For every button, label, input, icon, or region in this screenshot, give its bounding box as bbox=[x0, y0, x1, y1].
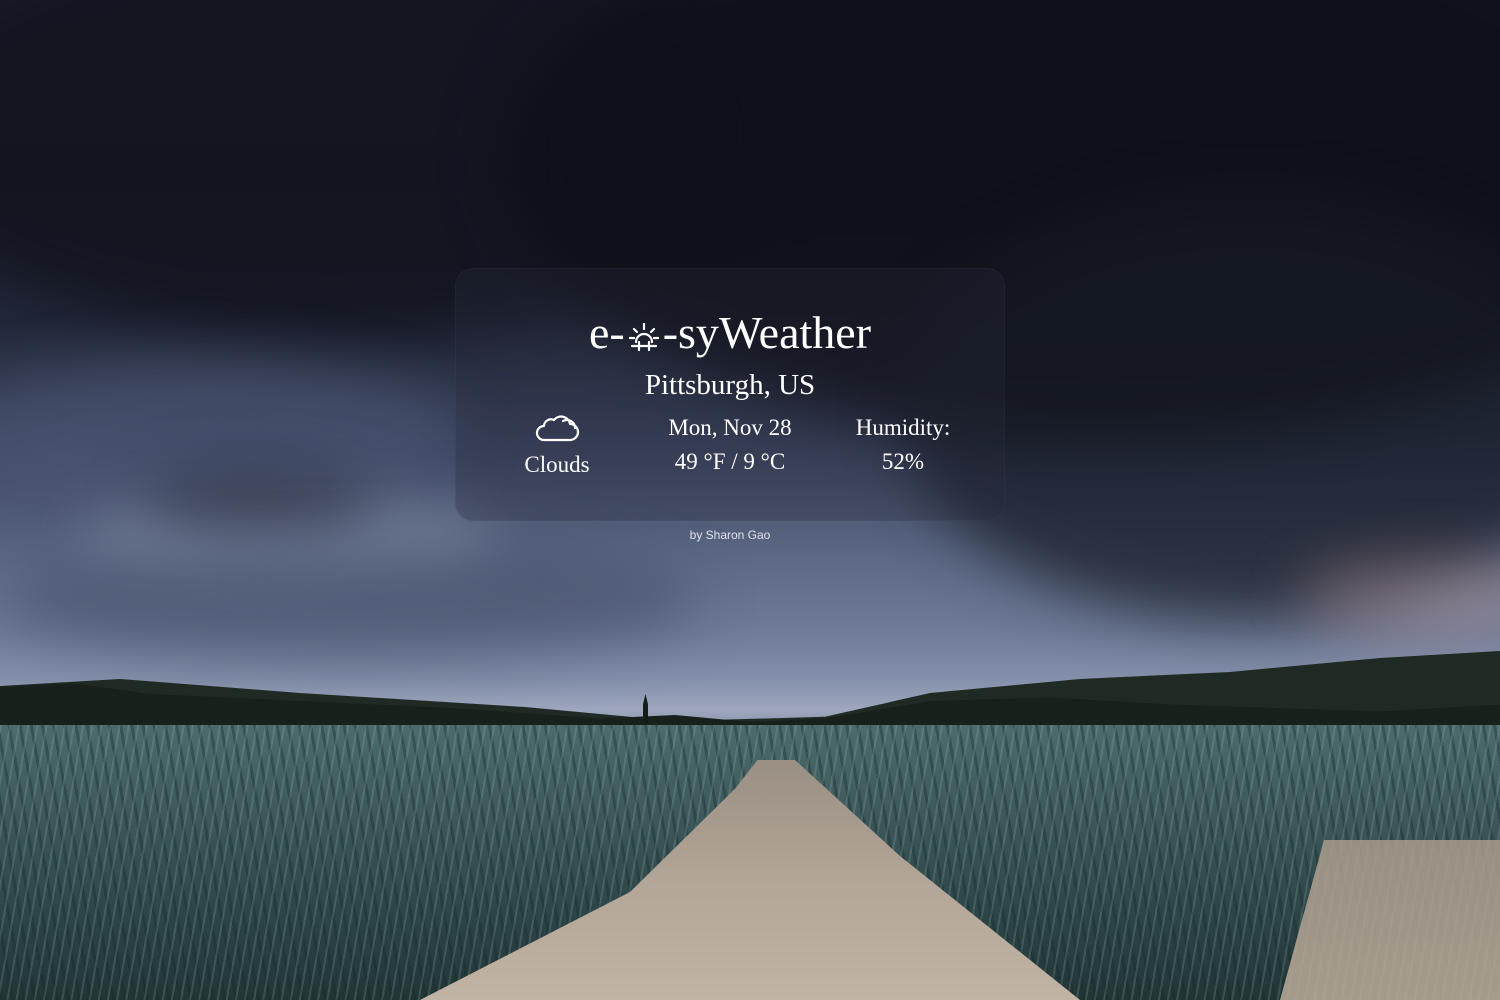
cloud-icon bbox=[535, 415, 580, 442]
humidity-value: 52% bbox=[881, 449, 925, 474]
date-label: Mon, Nov 28 bbox=[668, 415, 792, 440]
brand-prefix: e- bbox=[588, 307, 625, 358]
temperature-value: 49 °F / 9 °C bbox=[674, 449, 786, 474]
brand-middle: -sy bbox=[662, 307, 719, 358]
location-title: Pittsburgh, US bbox=[644, 369, 816, 401]
sun-icon bbox=[628, 322, 659, 352]
brand-suffix: Weather bbox=[718, 307, 872, 358]
author-credit: by Sharon Gao bbox=[689, 528, 771, 542]
condition-block: Clouds bbox=[497, 412, 617, 482]
humidity-label: Humidity: bbox=[855, 415, 951, 440]
date-temperature-block: Mon, Nov 28 49 °F / 9 °C bbox=[630, 411, 830, 479]
app-logo: e- -syWeather bbox=[0, 305, 1460, 361]
humidity-block: Humidity: 52% bbox=[820, 411, 986, 479]
condition-label: Clouds bbox=[524, 452, 590, 477]
